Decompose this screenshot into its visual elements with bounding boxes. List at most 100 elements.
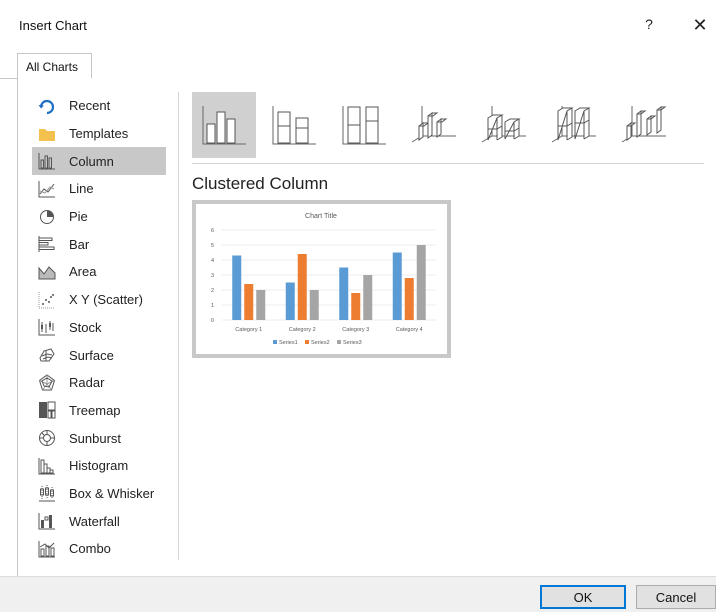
column-chart-icon — [37, 151, 57, 171]
category-box-whisker[interactable]: Box & Whisker — [32, 480, 166, 508]
ok-button[interactable]: OK — [540, 585, 626, 609]
clustered-column-icon — [200, 102, 248, 149]
chart-title: Chart Title — [305, 213, 337, 220]
chart-bar — [363, 275, 373, 320]
chart-bar — [297, 254, 307, 320]
chart-subtype-gallery — [192, 92, 704, 158]
category-bar[interactable]: Bar — [32, 230, 166, 258]
category-column[interactable]: Column — [32, 147, 166, 176]
category-label: Recent — [69, 98, 111, 114]
scatter-chart-icon — [37, 290, 57, 310]
cancel-button[interactable]: Cancel — [636, 585, 716, 609]
tab-strip: All Charts — [0, 46, 716, 79]
category-waterfall[interactable]: Waterfall — [32, 507, 166, 535]
category-label: X Y (Scatter) — [69, 292, 143, 308]
3d-100-stacked-column-icon — [550, 102, 598, 149]
chart-bar — [351, 293, 361, 320]
dialog-content: Recent Templates Column Line Pie Bar Are… — [17, 78, 716, 576]
y-tick-label: 5 — [211, 243, 214, 249]
category-label: Waterfall — [69, 513, 120, 529]
gallery-divider — [192, 163, 704, 164]
chart-bar — [309, 290, 319, 320]
3d-clustered-column-icon — [410, 102, 458, 149]
y-tick-label: 2 — [211, 288, 214, 294]
category-label: Radar — [69, 375, 105, 391]
dialog-footer: OK Cancel — [0, 576, 716, 612]
folder-icon — [37, 124, 57, 144]
category-label: Templates — [69, 126, 129, 142]
pie-chart-icon — [37, 207, 57, 227]
subtype-3d-clustered-column[interactable] — [402, 92, 466, 158]
subtype-stacked-column[interactable] — [262, 92, 326, 158]
y-tick-label: 6 — [211, 228, 214, 234]
chart-bar — [339, 267, 349, 320]
x-tick-label: Category 1 — [235, 327, 262, 333]
chart-bar — [416, 245, 426, 320]
category-area[interactable]: Area — [32, 258, 166, 286]
category-label: Treemap — [69, 402, 121, 418]
subtype-clustered-column[interactable] — [192, 92, 256, 158]
waterfall-chart-icon — [37, 511, 57, 531]
bar-chart-icon — [37, 234, 57, 254]
title-bar: Insert Chart ? ✕ — [0, 0, 716, 46]
category-label: Pie — [69, 209, 88, 225]
sunburst-chart-icon — [37, 428, 57, 448]
chart-preview[interactable]: Chart Title 0 1 2 3 4 5 6 Category 1 Category 2 Ca… — [192, 200, 451, 358]
category-label: Histogram — [69, 458, 129, 474]
subtype-3d-column[interactable] — [612, 92, 676, 158]
box-whisker-chart-icon — [37, 483, 57, 503]
subtype-100-stacked-column[interactable] — [332, 92, 396, 158]
100-stacked-column-icon — [340, 102, 388, 149]
category-label: Combo — [69, 541, 111, 557]
category-label: Surface — [69, 347, 114, 363]
treemap-chart-icon — [37, 400, 57, 420]
category-label: Sunburst — [69, 430, 122, 446]
subtype-3d-100-stacked-column[interactable] — [542, 92, 606, 158]
category-combo[interactable]: Combo — [32, 535, 166, 563]
category-label: Line — [69, 181, 94, 197]
help-button[interactable]: ? — [641, 14, 657, 34]
category-treemap[interactable]: Treemap — [32, 397, 166, 425]
chart-bar — [256, 290, 266, 320]
panel-divider — [178, 92, 179, 560]
y-tick-label: 0 — [211, 318, 214, 324]
3d-stacked-column-icon — [480, 102, 528, 149]
category-recent[interactable]: Recent — [32, 92, 166, 120]
dialog-title: Insert Chart — [19, 18, 87, 33]
chart-bar — [285, 282, 295, 320]
preview-chart: Chart Title 0 1 2 3 4 5 6 Category 1 Category 2 Ca… — [211, 213, 436, 346]
category-label: Bar — [69, 236, 90, 252]
category-histogram[interactable]: Histogram — [32, 452, 166, 480]
recent-icon — [37, 96, 57, 116]
category-scatter[interactable]: X Y (Scatter) — [32, 286, 166, 314]
category-templates[interactable]: Templates — [32, 120, 166, 148]
tab-all-charts[interactable]: All Charts — [17, 53, 92, 79]
surface-chart-icon — [37, 345, 57, 365]
subtype-3d-stacked-column[interactable] — [472, 92, 536, 158]
category-label: Box & Whisker — [69, 485, 155, 501]
legend-swatch — [337, 340, 341, 344]
3d-column-icon — [620, 102, 668, 149]
close-button[interactable]: ✕ — [688, 13, 712, 37]
category-stock[interactable]: Stock — [32, 314, 166, 342]
category-radar[interactable]: Radar — [32, 369, 166, 397]
category-label: Stock — [69, 319, 102, 335]
y-tick-label: 1 — [211, 303, 214, 309]
category-sunburst[interactable]: Sunburst — [32, 424, 166, 452]
legend-swatch — [273, 340, 277, 344]
chart-bar — [232, 255, 242, 320]
category-label: Area — [69, 264, 97, 280]
y-tick-label: 3 — [211, 273, 214, 279]
category-surface[interactable]: Surface — [32, 341, 166, 369]
category-pie[interactable]: Pie — [32, 203, 166, 231]
histogram-chart-icon — [37, 456, 57, 476]
legend-label: Series1 — [279, 340, 298, 346]
chart-bar — [392, 252, 402, 320]
legend-label: Series3 — [343, 340, 362, 346]
x-tick-label: Category 3 — [342, 327, 369, 333]
close-icon: ✕ — [692, 15, 708, 35]
y-tick-label: 4 — [211, 258, 214, 264]
category-line[interactable]: Line — [32, 175, 166, 203]
area-chart-icon — [37, 262, 57, 282]
legend-swatch — [305, 340, 309, 344]
